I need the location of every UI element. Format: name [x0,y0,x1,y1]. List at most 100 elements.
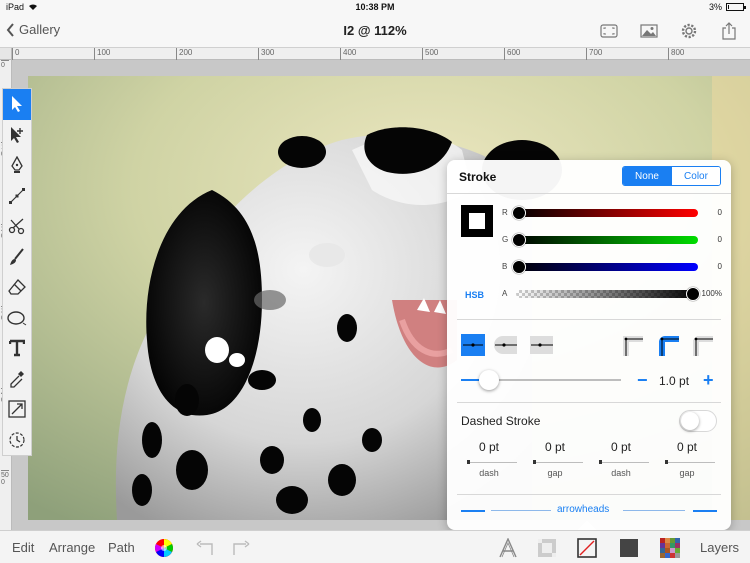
gap-1-slider[interactable] [527,458,583,466]
bevel-join-icon [693,336,713,356]
green-slider[interactable] [512,233,698,247]
node-tool[interactable] [3,181,31,212]
divider [457,494,721,495]
red-slider-row: R 0 [502,206,722,220]
fullscreen-button[interactable] [598,20,620,42]
transform-tool[interactable] [3,394,31,425]
gap-2[interactable]: 0 pt gap [659,440,715,478]
stroke-popover: Stroke None Color R 0 G 0 B 0 HSB A 100% [447,160,731,530]
alpha-slider[interactable] [516,287,700,301]
redo-button[interactable] [230,537,252,559]
eyedropper-tool[interactable] [3,364,31,395]
redo-icon [233,540,250,555]
round-cap-button[interactable] [493,334,517,356]
green-slider-row: G 0 [502,233,722,247]
end-arrowhead-button[interactable] [693,510,717,512]
blue-slider-row: B 0 [502,260,722,274]
gap-2-slider[interactable] [659,458,715,466]
ruler-tick-label: 700 [586,48,602,60]
increase-width-button[interactable]: + [703,370,714,391]
dash-1[interactable]: 0 pt dash [461,440,517,478]
path-button[interactable]: Path [108,540,135,555]
bevel-join-button[interactable] [691,334,715,356]
stroke-icon [577,538,597,558]
ruler-tick-label: 500 [1,470,9,486]
rotate-tool[interactable] [3,425,31,456]
popover-header: Stroke None Color [447,160,731,194]
dash-2-value: 0 pt [610,440,631,454]
image-button[interactable] [638,20,660,42]
eraser-tool[interactable] [3,272,31,303]
fullscreen-icon [600,24,618,38]
eyedropper-icon [10,370,24,388]
decrease-width-button[interactable]: − [637,370,648,391]
color-wheel-button[interactable] [153,537,175,559]
blue-slider[interactable] [512,260,698,274]
dash-1-slider[interactable] [461,458,517,466]
miter-join-button[interactable] [621,334,645,356]
divider [457,402,721,403]
color-wheel-icon [155,539,173,557]
bottom-toolbar: Edit Arrange Path Layers [0,530,750,563]
back-label: Gallery [19,22,61,37]
stroke-button[interactable] [576,537,598,559]
scissors-tool[interactable] [3,211,31,242]
round-join-button[interactable] [657,334,681,356]
dash-2[interactable]: 0 pt dash [593,440,649,478]
butt-cap-button[interactable] [461,334,485,356]
undo-icon [196,540,213,555]
pen-tool[interactable] [3,150,31,181]
gap-1-caption: gap [547,468,563,478]
hsb-toggle-button[interactable]: HSB [465,290,484,300]
direct-select-tool[interactable] [3,120,31,151]
direct-select-icon [11,126,23,143]
battery-percent: 3% [708,2,722,12]
mode-none-button[interactable]: None [623,167,671,185]
stroke-width-slider[interactable] [461,370,621,390]
dashed-stroke-toggle[interactable] [679,410,717,432]
swatches-button[interactable] [659,537,681,559]
red-slider[interactable] [512,206,698,220]
text-style-button[interactable] [497,537,519,559]
battery-icon [726,3,746,11]
gap-2-value: 0 pt [676,440,697,454]
edit-button[interactable]: Edit [12,540,34,555]
back-button[interactable]: Gallery [6,22,60,37]
undo-button[interactable] [194,537,216,559]
horizontal-ruler[interactable]: 0 100 200 300 400 500 600 700 800 [12,48,750,60]
toggle-thumb [681,412,699,430]
stroke-width-track-rest [489,379,621,381]
dash-2-slider[interactable] [593,458,649,466]
green-slider-knob[interactable] [512,233,526,247]
settings-button[interactable] [678,20,700,42]
stroke-width-knob[interactable] [479,370,499,390]
ruler-tick-label: 400 [340,48,356,60]
arrange-button[interactable]: Arrange [49,540,95,555]
layers-button[interactable]: Layers [700,540,739,555]
shape-tool[interactable] [3,303,31,334]
alpha-slider-knob[interactable] [686,287,700,301]
ruler-tick-label: 0 [1,60,9,69]
stroke-width-value: 1.0 pt [659,374,690,388]
rotate-icon [9,432,25,448]
blue-slider-knob[interactable] [512,260,526,274]
start-arrowhead-button[interactable] [461,510,485,512]
stroke-mode-segmented: None Color [622,166,721,186]
arrowheads-button[interactable]: arrowheads [557,504,609,515]
square-cap-button[interactable] [529,334,553,356]
text-tool[interactable] [3,333,31,364]
share-button[interactable] [718,20,740,42]
node-icon [9,187,25,204]
select-tool[interactable] [3,89,31,120]
nav-bar: Gallery I2 @ 112% [0,14,750,48]
fill-button[interactable] [536,537,558,559]
fill-icon [538,539,556,557]
brush-tool[interactable] [3,242,31,273]
status-bar: iPad 10:38 PM 3% [0,0,750,14]
mode-color-button[interactable]: Color [671,167,720,185]
red-slider-knob[interactable] [512,206,526,220]
text-style-icon [499,538,517,558]
stroke-color-swatch[interactable] [461,205,493,237]
gap-1[interactable]: 0 pt gap [527,440,583,478]
shadow-button[interactable] [618,537,640,559]
